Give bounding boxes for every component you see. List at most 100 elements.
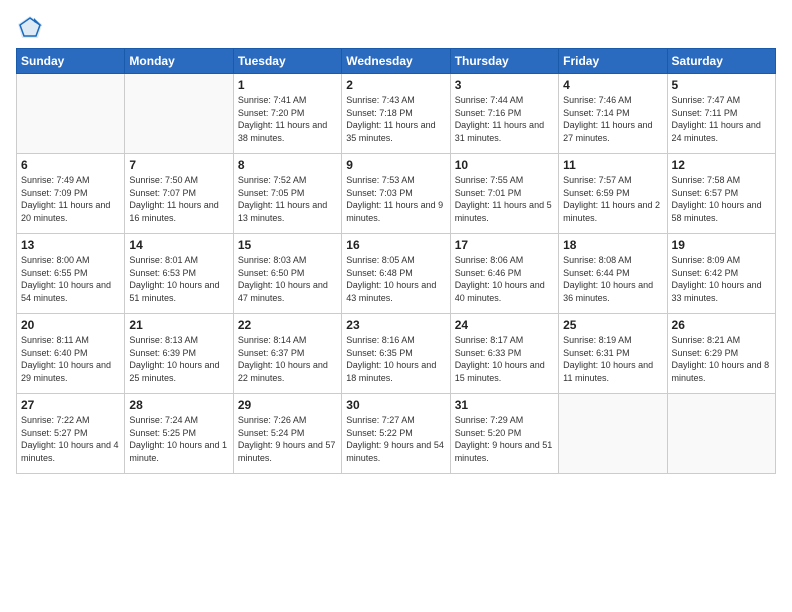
day-number: 18	[563, 238, 662, 252]
day-number: 16	[346, 238, 445, 252]
day-number: 24	[455, 318, 554, 332]
day-info: Sunrise: 8:01 AMSunset: 6:53 PMDaylight:…	[129, 254, 228, 304]
day-number: 5	[672, 78, 771, 92]
logo	[16, 14, 46, 42]
day-info: Sunrise: 7:47 AMSunset: 7:11 PMDaylight:…	[672, 94, 771, 144]
calendar-cell	[559, 394, 667, 474]
day-number: 8	[238, 158, 337, 172]
calendar-cell: 10 Sunrise: 7:55 AMSunset: 7:01 PMDayligh…	[450, 154, 558, 234]
day-info: Sunrise: 8:14 AMSunset: 6:37 PMDaylight:…	[238, 334, 337, 384]
week-row-3: 13Sunrise: 8:00 AMSunset: 6:55 PMDayligh…	[17, 234, 776, 314]
day-info: Sunrise: 7:41 AMSunset: 7:20 PMDaylight:…	[238, 94, 337, 144]
day-number: 31	[455, 398, 554, 412]
calendar-cell: 17 Sunrise: 8:06 AMSunset: 6:46 PMDayligh…	[450, 234, 558, 314]
calendar-cell	[667, 394, 775, 474]
day-number: 22	[238, 318, 337, 332]
day-number: 15	[238, 238, 337, 252]
day-number: 27	[21, 398, 120, 412]
day-info: Sunrise: 8:06 AMSunset: 6:46 PMDaylight:…	[455, 254, 554, 304]
day-info: Sunrise: 7:58 AMSunset: 6:57 PMDaylight:…	[672, 174, 771, 224]
week-row-2: 6Sunrise: 7:49 AMSunset: 7:09 PMDaylight…	[17, 154, 776, 234]
day-number: 13	[21, 238, 120, 252]
day-number: 2	[346, 78, 445, 92]
calendar-cell: 13Sunrise: 8:00 AMSunset: 6:55 PMDayligh…	[17, 234, 125, 314]
week-row-4: 20 Sunrise: 8:11 AMSunset: 6:40 PMDayligh…	[17, 314, 776, 394]
day-info: Sunrise: 7:24 AMSunset: 5:25 PMDaylight:…	[129, 414, 228, 464]
day-info: Sunrise: 8:11 AMSunset: 6:40 PMDaylight:…	[21, 334, 120, 384]
day-number: 7	[129, 158, 228, 172]
calendar-cell: 4 Sunrise: 7:46 AMSunset: 7:14 PMDaylight…	[559, 74, 667, 154]
calendar-cell: 19 Sunrise: 8:09 AMSunset: 6:42 PMDayligh…	[667, 234, 775, 314]
calendar-cell: 7 Sunrise: 7:50 AMSunset: 7:07 PMDaylight…	[125, 154, 233, 234]
calendar-cell: 14 Sunrise: 8:01 AMSunset: 6:53 PMDayligh…	[125, 234, 233, 314]
calendar-cell: 1 Sunrise: 7:41 AMSunset: 7:20 PMDaylight…	[233, 74, 341, 154]
day-info: Sunrise: 7:22 AMSunset: 5:27 PMDaylight:…	[21, 414, 120, 464]
calendar-cell	[125, 74, 233, 154]
calendar-cell: 6Sunrise: 7:49 AMSunset: 7:09 PMDaylight…	[17, 154, 125, 234]
day-number: 28	[129, 398, 228, 412]
calendar-cell: 16Sunrise: 8:05 AMSunset: 6:48 PMDayligh…	[342, 234, 450, 314]
calendar-cell: 21Sunrise: 8:13 AMSunset: 6:39 PMDayligh…	[125, 314, 233, 394]
weekday-header-sunday: Sunday	[17, 49, 125, 74]
calendar-cell: 9Sunrise: 7:53 AMSunset: 7:03 PMDaylight…	[342, 154, 450, 234]
day-info: Sunrise: 8:08 AMSunset: 6:44 PMDaylight:…	[563, 254, 662, 304]
weekday-header-thursday: Thursday	[450, 49, 558, 74]
day-number: 14	[129, 238, 228, 252]
day-info: Sunrise: 8:19 AMSunset: 6:31 PMDaylight:…	[563, 334, 662, 384]
weekday-header-wednesday: Wednesday	[342, 49, 450, 74]
weekday-header-tuesday: Tuesday	[233, 49, 341, 74]
calendar-table: SundayMondayTuesdayWednesdayThursdayFrid…	[16, 48, 776, 474]
calendar-cell: 29Sunrise: 7:26 AMSunset: 5:24 PMDayligh…	[233, 394, 341, 474]
calendar-cell: 20 Sunrise: 8:11 AMSunset: 6:40 PMDayligh…	[17, 314, 125, 394]
week-row-5: 27 Sunrise: 7:22 AMSunset: 5:27 PMDayligh…	[17, 394, 776, 474]
day-number: 19	[672, 238, 771, 252]
day-info: Sunrise: 8:17 AMSunset: 6:33 PMDaylight:…	[455, 334, 554, 384]
week-row-1: 1 Sunrise: 7:41 AMSunset: 7:20 PMDaylight…	[17, 74, 776, 154]
day-info: Sunrise: 7:55 AMSunset: 7:01 PMDaylight:…	[455, 174, 554, 224]
day-number: 12	[672, 158, 771, 172]
day-info: Sunrise: 8:09 AMSunset: 6:42 PMDaylight:…	[672, 254, 771, 304]
weekday-header-row: SundayMondayTuesdayWednesdayThursdayFrid…	[17, 49, 776, 74]
calendar-cell: 28 Sunrise: 7:24 AMSunset: 5:25 PMDayligh…	[125, 394, 233, 474]
day-number: 3	[455, 78, 554, 92]
calendar-cell: 25 Sunrise: 8:19 AMSunset: 6:31 PMDayligh…	[559, 314, 667, 394]
day-info: Sunrise: 8:16 AMSunset: 6:35 PMDaylight:…	[346, 334, 445, 384]
calendar-cell: 5 Sunrise: 7:47 AMSunset: 7:11 PMDaylight…	[667, 74, 775, 154]
day-number: 21	[129, 318, 228, 332]
day-number: 4	[563, 78, 662, 92]
day-number: 1	[238, 78, 337, 92]
day-info: Sunrise: 7:46 AMSunset: 7:14 PMDaylight:…	[563, 94, 662, 144]
day-number: 10	[455, 158, 554, 172]
calendar-cell: 15 Sunrise: 8:03 AMSunset: 6:50 PMDayligh…	[233, 234, 341, 314]
calendar-cell: 26 Sunrise: 8:21 AMSunset: 6:29 PMDayligh…	[667, 314, 775, 394]
calendar-cell: 8Sunrise: 7:52 AMSunset: 7:05 PMDaylight…	[233, 154, 341, 234]
day-number: 11	[563, 158, 662, 172]
calendar-cell: 2 Sunrise: 7:43 AMSunset: 7:18 PMDaylight…	[342, 74, 450, 154]
calendar-cell: 30Sunrise: 7:27 AMSunset: 5:22 PMDayligh…	[342, 394, 450, 474]
calendar-cell: 12 Sunrise: 7:58 AMSunset: 6:57 PMDayligh…	[667, 154, 775, 234]
page: SundayMondayTuesdayWednesdayThursdayFrid…	[0, 0, 792, 612]
day-info: Sunrise: 7:57 AMSunset: 6:59 PMDaylight:…	[563, 174, 662, 224]
day-info: Sunrise: 7:43 AMSunset: 7:18 PMDaylight:…	[346, 94, 445, 144]
weekday-header-friday: Friday	[559, 49, 667, 74]
day-number: 23	[346, 318, 445, 332]
day-number: 26	[672, 318, 771, 332]
day-number: 20	[21, 318, 120, 332]
weekday-header-monday: Monday	[125, 49, 233, 74]
day-number: 25	[563, 318, 662, 332]
calendar-cell: 31 Sunrise: 7:29 AMSunset: 5:20 PMDayligh…	[450, 394, 558, 474]
day-info: Sunrise: 7:53 AMSunset: 7:03 PMDaylight:…	[346, 174, 445, 224]
calendar-cell: 22 Sunrise: 8:14 AMSunset: 6:37 PMDayligh…	[233, 314, 341, 394]
day-info: Sunrise: 7:27 AMSunset: 5:22 PMDaylight:…	[346, 414, 445, 464]
day-number: 17	[455, 238, 554, 252]
day-info: Sunrise: 8:03 AMSunset: 6:50 PMDaylight:…	[238, 254, 337, 304]
day-info: Sunrise: 7:50 AMSunset: 7:07 PMDaylight:…	[129, 174, 228, 224]
weekday-header-saturday: Saturday	[667, 49, 775, 74]
day-info: Sunrise: 7:29 AMSunset: 5:20 PMDaylight:…	[455, 414, 554, 464]
logo-icon	[16, 14, 44, 42]
day-info: Sunrise: 8:21 AMSunset: 6:29 PMDaylight:…	[672, 334, 771, 384]
calendar-cell: 24 Sunrise: 8:17 AMSunset: 6:33 PMDayligh…	[450, 314, 558, 394]
calendar-cell	[17, 74, 125, 154]
day-number: 6	[21, 158, 120, 172]
header	[16, 10, 776, 42]
